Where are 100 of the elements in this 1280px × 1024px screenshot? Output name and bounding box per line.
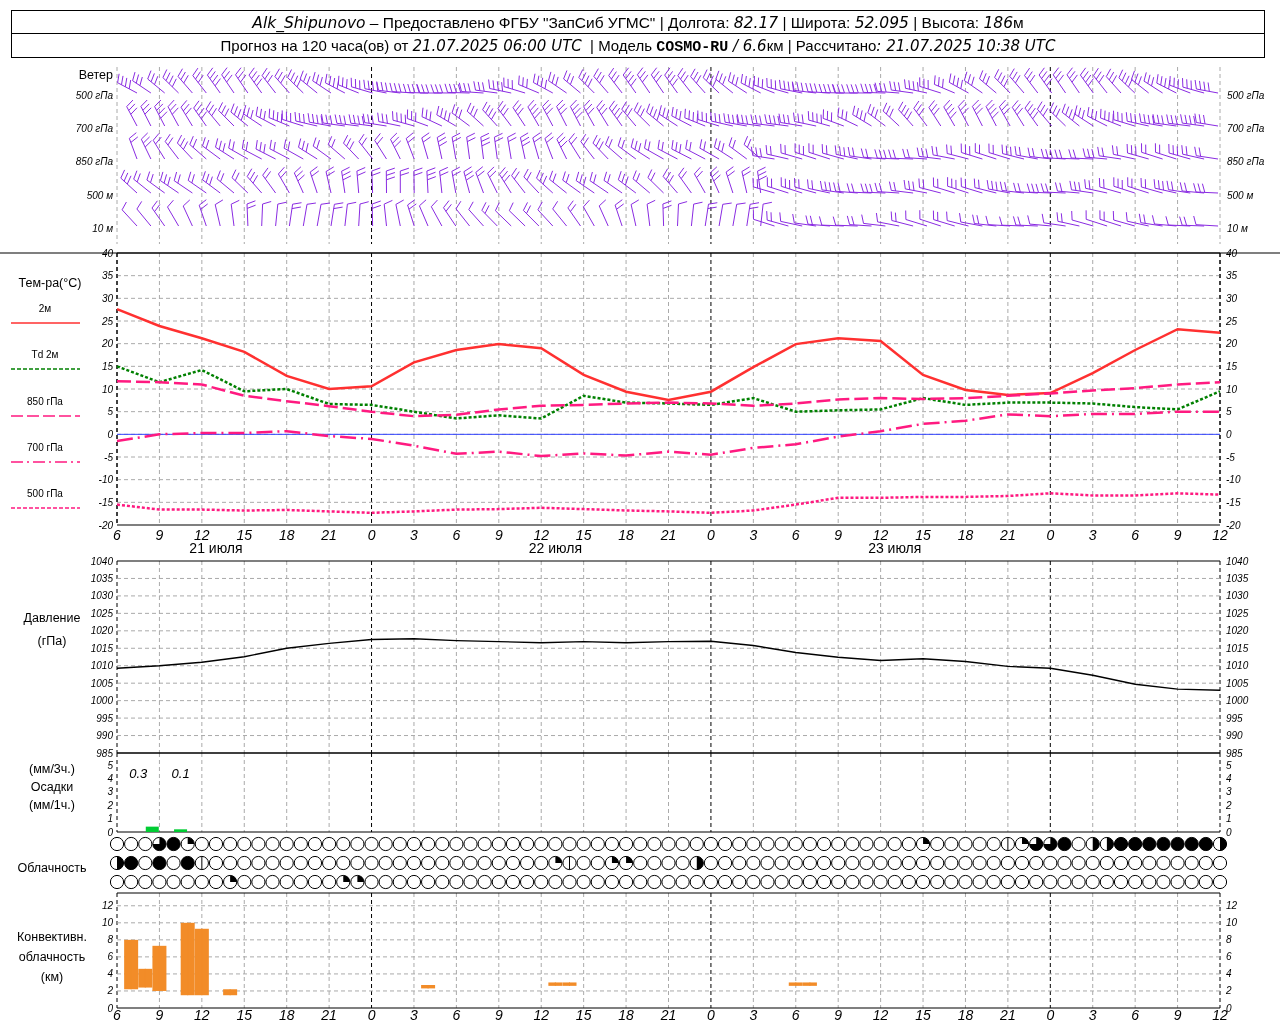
axis-tick-label: 35	[1226, 270, 1238, 282]
axis-tick-label: 21	[1000, 1007, 1016, 1023]
axis-tick-label: 3	[749, 527, 758, 543]
axis-tick-label: 10	[101, 917, 113, 929]
axis-tick-label: 1005	[90, 677, 113, 689]
axis-tick-label: 12	[101, 900, 113, 912]
level-label: 850 гПа	[75, 156, 113, 167]
axis-tick-label: 10	[1226, 383, 1238, 395]
axis-tick-label: -5	[1226, 451, 1235, 463]
axis-tick-label: -20	[1226, 519, 1241, 531]
axis-tick-label: 10	[101, 383, 113, 395]
axis-tick-label: 6	[452, 1007, 461, 1023]
axis-tick-label: 6	[1131, 1007, 1140, 1023]
cloudiness-label: Облачность	[17, 861, 87, 875]
axis-tick-label: 30	[101, 292, 113, 304]
axis-tick-label: 3	[1088, 527, 1097, 543]
axis-tick-label: 25	[1226, 315, 1238, 327]
axis-tick-label: 1	[1226, 813, 1232, 825]
axis-tick-label: 6	[791, 1007, 800, 1023]
level-label: 700 гПа	[75, 123, 113, 134]
axis-tick-label: 3	[1226, 786, 1232, 798]
axis-tick-label: 30	[1226, 292, 1238, 304]
axis-tick-label: 10	[1226, 917, 1238, 929]
axis-tick-label: 18	[957, 527, 974, 543]
level-label: 10 м	[92, 223, 113, 234]
axis-tick-label: 6	[113, 527, 121, 543]
axis-tick-label: -20	[98, 519, 113, 531]
level-label: 500 м	[1227, 190, 1254, 201]
axis-tick-label: 15	[1226, 360, 1238, 372]
unit-label: (мм/3ч.)	[29, 762, 75, 776]
convective-label: облачность	[18, 950, 86, 964]
axis-tick-label: 0	[367, 527, 376, 543]
axis-tick-label: 3	[749, 1007, 758, 1023]
axis-tick-label: 1025	[90, 607, 113, 619]
axis-tick-label: 12	[872, 527, 889, 543]
axis-tick-label: 18	[957, 1007, 974, 1023]
axis-tick-label: 9	[1173, 1007, 1182, 1023]
axis-tick-label: 1020	[1226, 625, 1249, 637]
axis-tick-label: 18	[618, 527, 634, 543]
axis-tick-label: 0	[107, 1002, 113, 1014]
axis-tick-label: 5	[1226, 759, 1232, 771]
axis-tick-label: -5	[104, 451, 113, 463]
axis-tick-label: 12	[194, 527, 210, 543]
legend-label: 700 гПа	[27, 442, 63, 453]
level-label: 500 м	[86, 190, 113, 201]
precipitation-total: 0.3	[129, 766, 148, 781]
axis-tick-label: -10	[98, 474, 113, 486]
axis-tick-label: 9	[155, 1007, 164, 1023]
axis-tick-label: 15	[915, 527, 931, 543]
level-label: 500 гПа	[1227, 90, 1265, 101]
axis-tick-label: 6	[452, 527, 461, 543]
axis-tick-label: 2	[107, 799, 113, 811]
axis-tick-label: 1005	[1226, 677, 1249, 689]
axis-tick-label: 21	[321, 527, 337, 543]
axis-tick-label: 3	[107, 786, 113, 798]
axis-tick-label: 20	[1226, 338, 1238, 350]
axis-tick-label: 1	[107, 813, 113, 825]
pressure-label: Давление	[23, 611, 81, 625]
level-label: 850 гПа	[1227, 156, 1265, 167]
axis-tick-label: 8	[1226, 934, 1232, 946]
axis-tick-label: 9	[155, 527, 164, 543]
axis-tick-label: 4	[107, 772, 113, 784]
legend-label: 500 гПа	[27, 488, 63, 499]
axis-tick-label: 0	[707, 1007, 715, 1023]
axis-tick-label: 9	[834, 1007, 843, 1023]
wind-label: Ветер	[78, 68, 113, 82]
axis-tick-label: 995	[96, 712, 113, 724]
axis-tick-label: 4	[1226, 968, 1232, 980]
axis-tick-label: -15	[98, 496, 113, 508]
axis-tick-label: 0	[107, 826, 113, 838]
axis-tick-label: 1015	[90, 642, 113, 654]
axis-tick-label: 1015	[1226, 642, 1249, 654]
axis-tick-label: 21	[660, 1007, 677, 1023]
forecast-info: Прогноз на 120 часа(ов) от 21.07.2025 06:00 UTC | Модель COSMO-RU / 6.6км | Рассчитано: 21.07.2025 10:38 UTC	[11, 34, 1265, 58]
axis-tick-label: 6	[107, 951, 113, 963]
axis-tick-label: -15	[1226, 496, 1241, 508]
level-label: 700 гПа	[1227, 123, 1265, 134]
precipitation-total: 0.1	[171, 766, 190, 781]
axis-tick-label: 0	[1226, 826, 1232, 838]
axis-tick-label: 15	[575, 527, 592, 543]
axis-tick-label: 5	[107, 759, 113, 771]
axis-tick-label: 9	[1173, 527, 1182, 543]
axis-tick-label: 0	[107, 428, 113, 440]
axis-tick-label: 2	[1226, 985, 1232, 997]
axis-tick-label: 0	[367, 1007, 376, 1023]
axis-tick-label: 6	[1226, 951, 1232, 963]
axis-tick-label: 1035	[90, 572, 113, 584]
axis-tick-label: 12	[1212, 527, 1228, 543]
date-label: 21 июля	[189, 540, 243, 556]
convective-label: Конвективн.	[17, 930, 87, 944]
axis-tick-label: 0	[1046, 1007, 1055, 1023]
axis-tick-label: 18	[278, 527, 295, 543]
axis-tick-label: 9	[834, 527, 843, 543]
axis-tick-label: 3	[410, 1007, 418, 1023]
axis-tick-label: 0	[1226, 428, 1232, 440]
axis-tick-label: 2	[107, 985, 113, 997]
axis-tick-label: 15	[915, 1007, 931, 1023]
axis-tick-label: 1030	[90, 590, 113, 602]
unit-label: (мм/1ч.)	[29, 798, 75, 812]
axis-tick-label: 35	[101, 270, 113, 282]
